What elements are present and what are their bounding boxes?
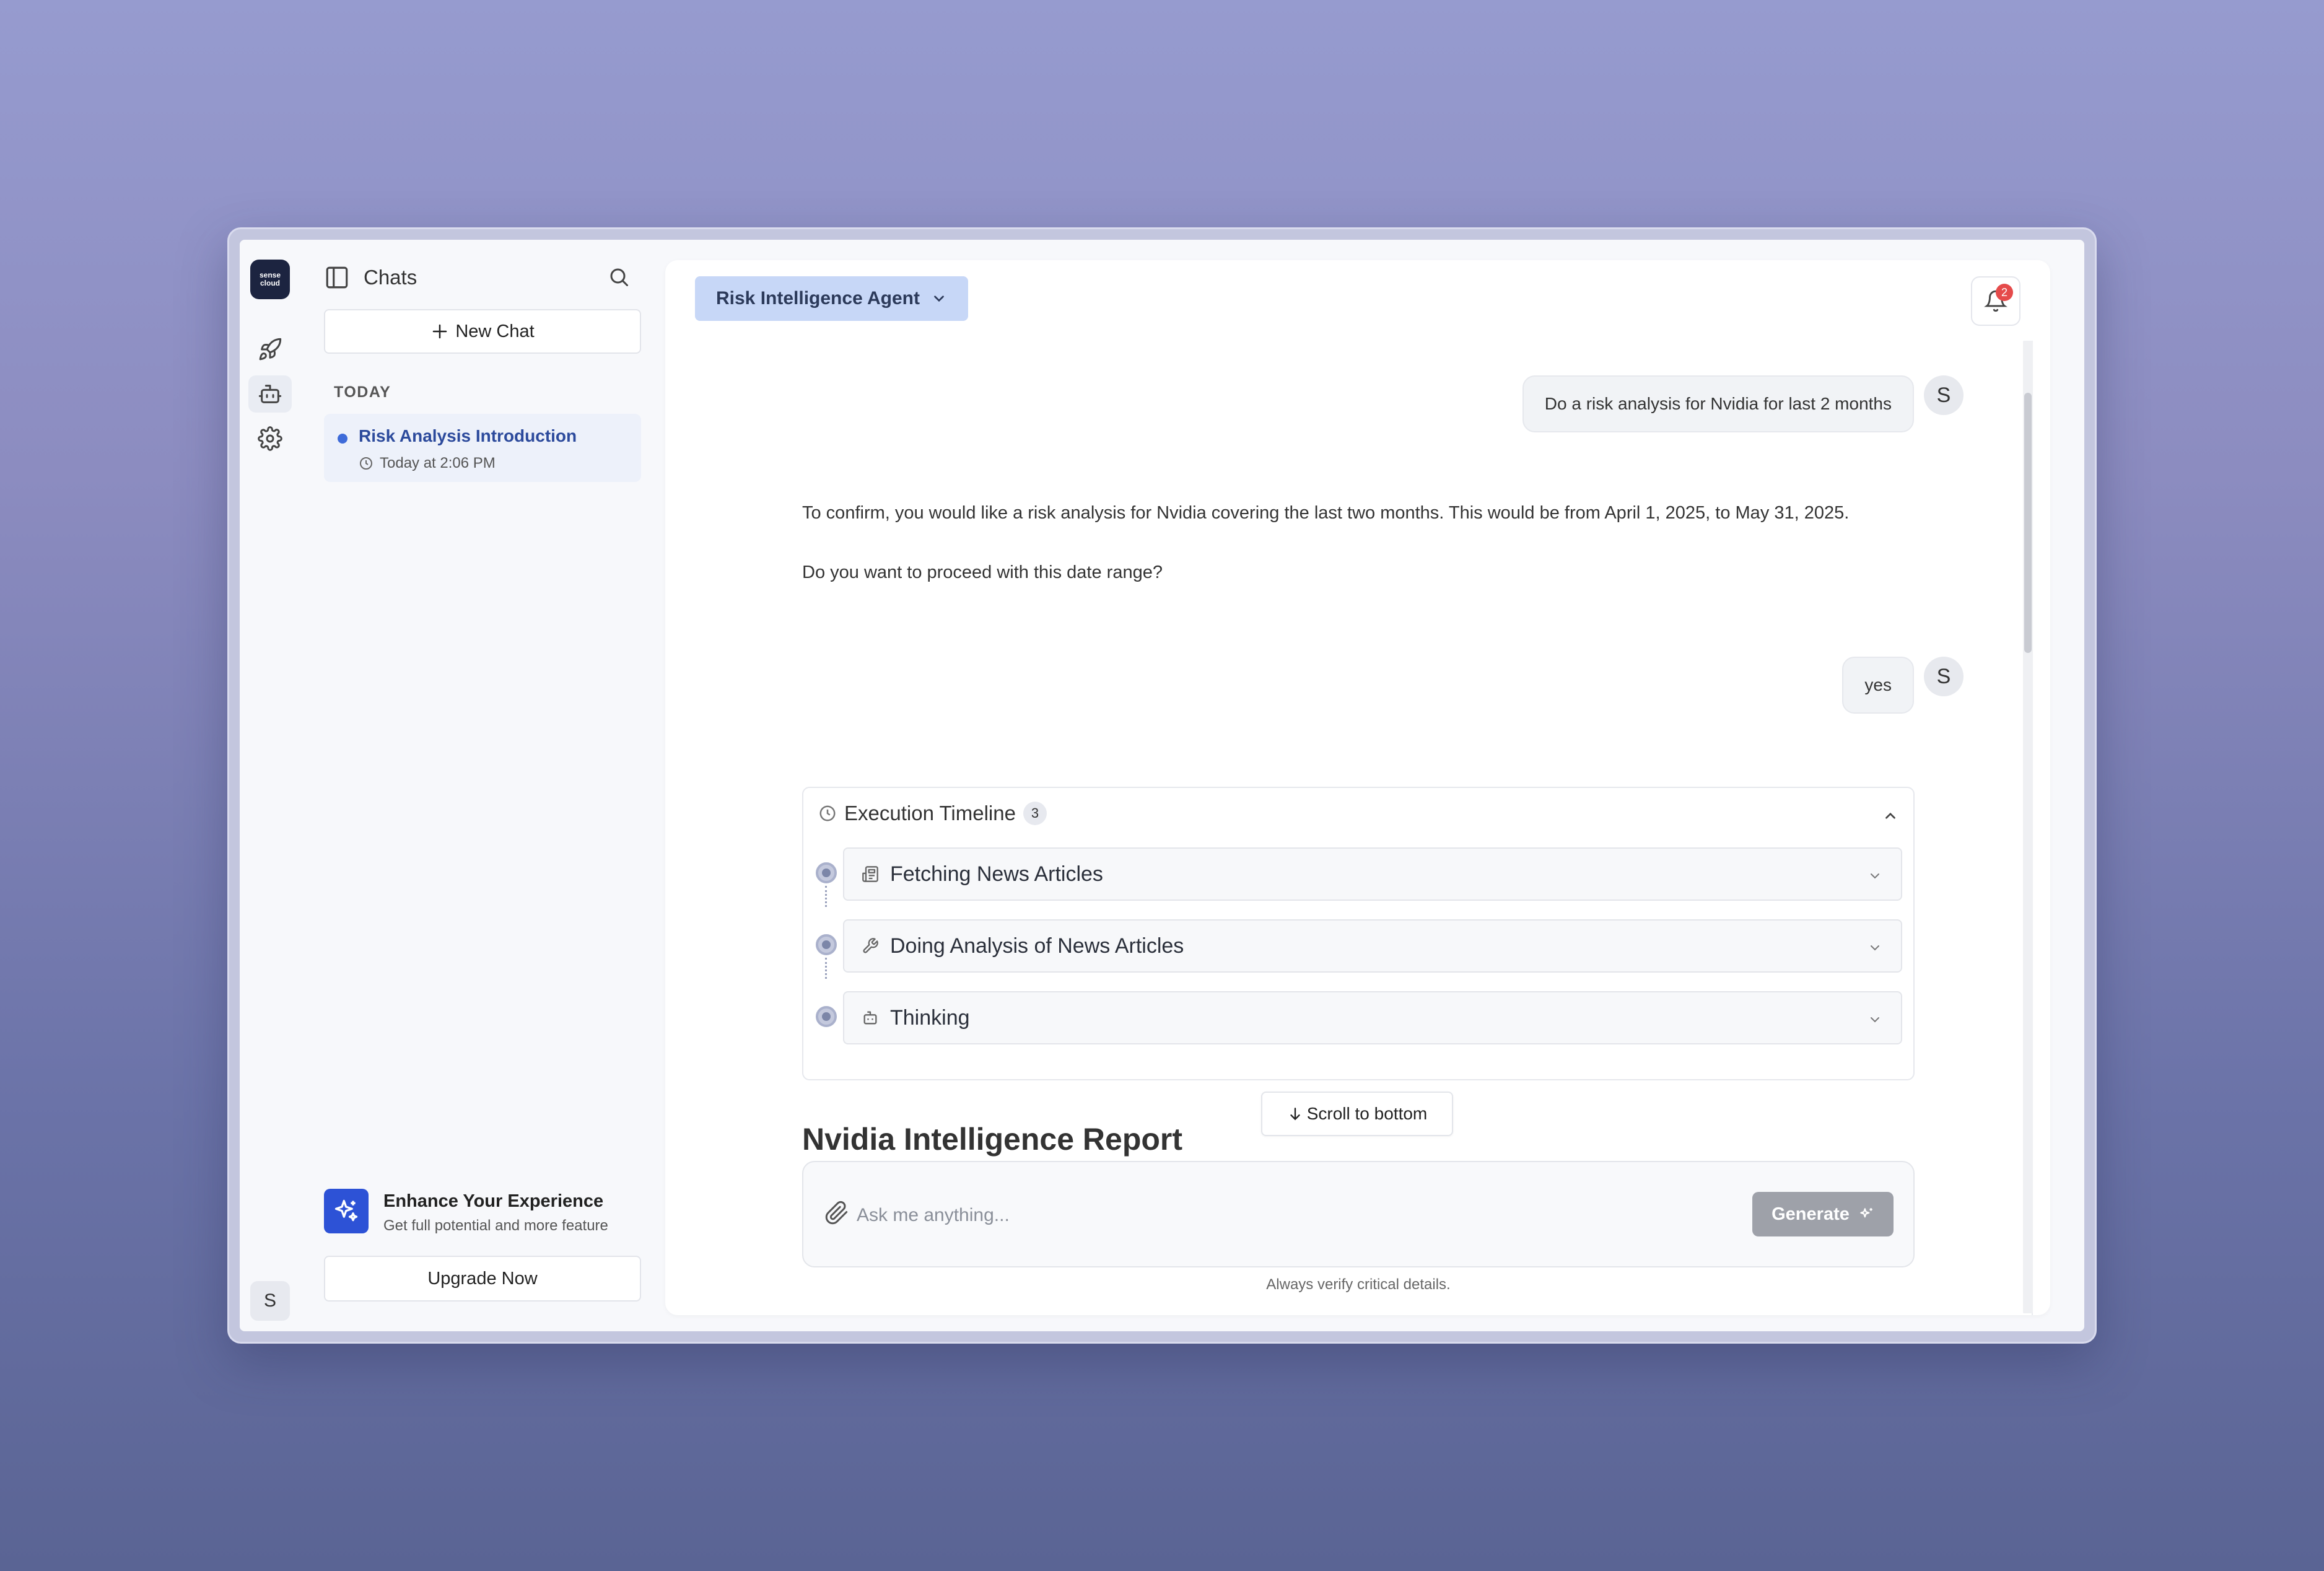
logo-text-1: sense [259, 271, 281, 279]
sidebar-toggle-icon[interactable] [324, 265, 350, 291]
chat-main-panel: Risk Intelligence Agent 2 Do a risk anal… [665, 260, 2050, 1315]
sidebar-title: Chats [364, 266, 417, 289]
plus-icon [433, 324, 447, 339]
timeline-title: Execution Timeline [844, 802, 1016, 825]
execution-timeline: Execution Timeline 3 Fetching News Artic… [802, 787, 1915, 1080]
clock-icon [819, 805, 836, 821]
chat-list-item[interactable]: Risk Analysis Introduction Today at 2:06… [324, 414, 641, 482]
timeline-step[interactable]: Fetching News Articles [843, 847, 1902, 901]
rail-launch-button[interactable] [248, 331, 292, 368]
newspaper-icon [862, 866, 878, 882]
step-status-dot [816, 1006, 837, 1027]
notifications-button[interactable]: 2 [1971, 276, 2020, 326]
chevron-down-icon [1871, 1017, 1879, 1023]
agent-selector[interactable]: Risk Intelligence Agent [695, 276, 968, 321]
clock-icon [360, 457, 372, 470]
new-chat-label: New Chat [455, 321, 535, 341]
notification-badge: 2 [1996, 284, 2013, 301]
message-composer: Generate [802, 1161, 1915, 1267]
user-avatar[interactable]: S [250, 1281, 290, 1321]
chat-time-text: Today at 2:06 PM [380, 455, 496, 471]
chevron-down-icon [1871, 873, 1879, 879]
sidebar-header: Chats [324, 262, 630, 293]
report-heading: Nvidia Intelligence Report [802, 1122, 1183, 1157]
new-chat-button[interactable]: New Chat [324, 309, 641, 354]
assistant-message-line: To confirm, you would like a risk analys… [802, 503, 1850, 523]
search-icon[interactable] [608, 266, 630, 288]
sparkle-icon [1860, 1208, 1872, 1218]
nav-rail: sense cloud S [240, 240, 314, 1331]
logo-text-2: cloud [260, 279, 280, 287]
chat-sidebar: Chats New Chat TODAY Risk Analysis Intro… [314, 240, 642, 1331]
timeline-step[interactable]: Thinking [843, 991, 1902, 1044]
generate-label: Generate [1771, 1204, 1850, 1224]
robot-icon [258, 385, 282, 403]
scrollbar-thumb[interactable] [2024, 393, 2032, 653]
generate-button[interactable]: Generate [1752, 1192, 1894, 1236]
message-input[interactable] [857, 1198, 1693, 1233]
timeline-count-badge: 3 [1023, 802, 1047, 825]
scroll-to-bottom-button[interactable]: Scroll to bottom [1261, 1092, 1453, 1136]
robot-icon [863, 1011, 877, 1025]
agent-selector-label: Risk Intelligence Agent [716, 288, 920, 309]
app-window: sense cloud S Chats New Chat TODAY Risk A… [227, 227, 2097, 1344]
assistant-message-line: Do you want to proceed with this date ra… [802, 562, 1163, 582]
section-label-today: TODAY [334, 383, 391, 401]
user-message: Do a risk analysis for Nvidia for last 2… [1522, 375, 1914, 432]
user-message-avatar: S [1924, 375, 1964, 415]
app-shell: sense cloud S Chats New Chat TODAY Risk A… [240, 240, 2084, 1331]
arrow-down-icon [1290, 1108, 1300, 1121]
timeline-step-label: Fetching News Articles [890, 862, 1103, 886]
rail-settings-button[interactable] [248, 420, 292, 457]
gear-icon [258, 426, 282, 451]
scroll-to-bottom-label: Scroll to bottom [1306, 1104, 1428, 1123]
step-connector [825, 886, 827, 907]
rail-agents-button[interactable] [248, 375, 292, 413]
step-status-dot [816, 934, 837, 955]
step-status-dot [816, 862, 837, 883]
sparkles-icon [324, 1189, 369, 1233]
chat-timestamp: Today at 2:06 PM [359, 455, 496, 472]
chevron-down-icon [934, 295, 944, 302]
promo-title: Enhance Your Experience [383, 1191, 604, 1211]
user-message-avatar: S [1924, 657, 1964, 696]
disclaimer-text: Always verify critical details. [1266, 1276, 1451, 1293]
upgrade-now-button[interactable]: Upgrade Now [324, 1256, 641, 1302]
timeline-header[interactable]: Execution Timeline 3 [818, 802, 1047, 825]
chevron-up-icon[interactable] [1882, 808, 1898, 824]
rocket-icon [259, 338, 282, 361]
chat-scrollbar[interactable] [2023, 341, 2033, 1313]
paperclip-icon[interactable] [824, 1201, 849, 1225]
timeline-step-label: Thinking [890, 1005, 970, 1030]
brand-logo[interactable]: sense cloud [250, 260, 290, 299]
step-connector [825, 958, 827, 979]
timeline-step-label: Doing Analysis of News Articles [890, 934, 1184, 958]
wrench-icon [863, 938, 878, 953]
chevron-down-icon [1871, 945, 1879, 951]
timeline-step[interactable]: Doing Analysis of News Articles [843, 919, 1902, 973]
active-dot [338, 434, 347, 444]
promo-subtitle: Get full potential and more feature [383, 1217, 608, 1234]
user-message: yes [1842, 657, 1914, 714]
chat-title: Risk Analysis Introduction [359, 426, 577, 445]
upgrade-promo: Enhance Your Experience Get full potenti… [324, 1189, 641, 1238]
